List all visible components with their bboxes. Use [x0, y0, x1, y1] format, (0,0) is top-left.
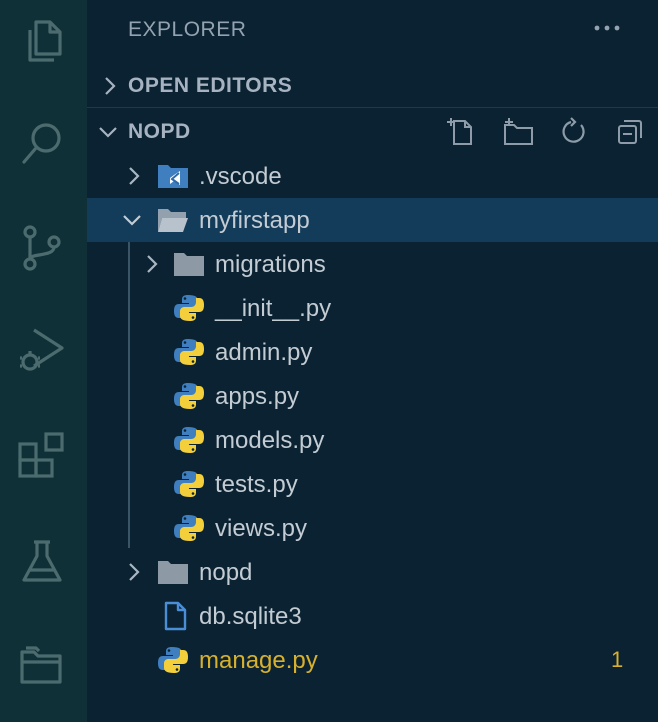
tree-item-label: migrations	[215, 251, 326, 278]
search-icon[interactable]	[14, 116, 70, 172]
python-icon	[158, 647, 188, 673]
extensions-icon[interactable]	[14, 428, 70, 484]
chevron-down-icon	[99, 127, 117, 138]
section-divider	[87, 107, 658, 108]
new-folder-icon[interactable]	[498, 112, 538, 152]
tree-item-tests[interactable]: tests.py	[87, 462, 658, 506]
tree-item-label: db.sqlite3	[199, 603, 302, 630]
tree-item-manage[interactable]: manage.py 1	[87, 638, 658, 682]
chevron-right-icon	[105, 77, 116, 95]
tree-item-label: models.py	[215, 427, 325, 454]
tree-item-label: .vscode	[199, 163, 282, 190]
python-icon	[174, 339, 204, 365]
explorer-title: EXPLORER	[128, 18, 247, 41]
tree-item-migrations[interactable]: migrations	[87, 242, 658, 286]
collapse-all-icon[interactable]	[610, 112, 650, 152]
chevron-right-icon	[147, 255, 158, 273]
vscode-folder-icon	[158, 165, 188, 188]
tree-item-label: nopd	[199, 559, 253, 586]
folder-icon	[158, 561, 188, 584]
tree-item-admin[interactable]: admin.py	[87, 330, 658, 374]
explorer-sidebar: EXPLORER OPEN EDITORS NOPD .vscode myfir…	[87, 0, 658, 722]
workspace-section[interactable]: NOPD	[87, 110, 658, 154]
file-icon	[164, 601, 187, 631]
tree-item-label: myfirstapp	[199, 207, 310, 234]
tree-item-label: __init__.py	[215, 295, 332, 322]
source-control-icon[interactable]	[14, 220, 70, 276]
tree-item-label: admin.py	[215, 339, 313, 366]
tree-item-label: views.py	[215, 515, 308, 542]
folder-stack-icon[interactable]	[14, 636, 70, 692]
tree-item-views[interactable]: views.py	[87, 506, 658, 550]
python-icon	[174, 383, 204, 409]
files-icon[interactable]	[14, 12, 70, 68]
tree-item-label: tests.py	[215, 471, 298, 498]
problem-count-badge: 1	[611, 647, 624, 672]
tree-item-myfirstapp[interactable]: myfirstapp	[87, 198, 658, 242]
flask-icon[interactable]	[14, 534, 70, 590]
tree-item-vscode[interactable]: .vscode	[87, 154, 658, 198]
chevron-right-icon	[129, 563, 140, 581]
python-icon	[174, 515, 204, 541]
workspace-actions	[442, 110, 658, 154]
vscode-window: EXPLORER OPEN EDITORS NOPD .vscode myfir…	[0, 0, 658, 722]
python-icon	[174, 427, 204, 453]
chevron-right-icon	[129, 167, 140, 185]
activity-bar	[0, 0, 87, 722]
new-file-icon[interactable]	[442, 112, 482, 152]
open-editors-section[interactable]: OPEN EDITORS	[87, 64, 658, 108]
run-debug-icon[interactable]	[14, 322, 70, 378]
tree-item-models[interactable]: models.py	[87, 418, 658, 462]
section-title: OPEN EDITORS	[128, 74, 293, 97]
tree-item-db-sqlite3[interactable]: db.sqlite3	[87, 594, 658, 638]
chevron-down-icon	[123, 215, 141, 226]
python-icon	[174, 471, 204, 497]
ellipsis-icon[interactable]	[587, 10, 627, 46]
refresh-icon[interactable]	[554, 112, 594, 152]
section-title: NOPD	[128, 120, 191, 143]
tree-item-init[interactable]: __init__.py	[87, 286, 658, 330]
python-icon	[174, 295, 204, 321]
tree-item-label: manage.py	[199, 647, 318, 674]
tree-item-nopd[interactable]: nopd	[87, 550, 658, 594]
tree-item-label: apps.py	[215, 383, 300, 410]
folder-open-icon	[158, 209, 188, 232]
folder-icon	[174, 253, 204, 276]
tree-item-apps[interactable]: apps.py	[87, 374, 658, 418]
